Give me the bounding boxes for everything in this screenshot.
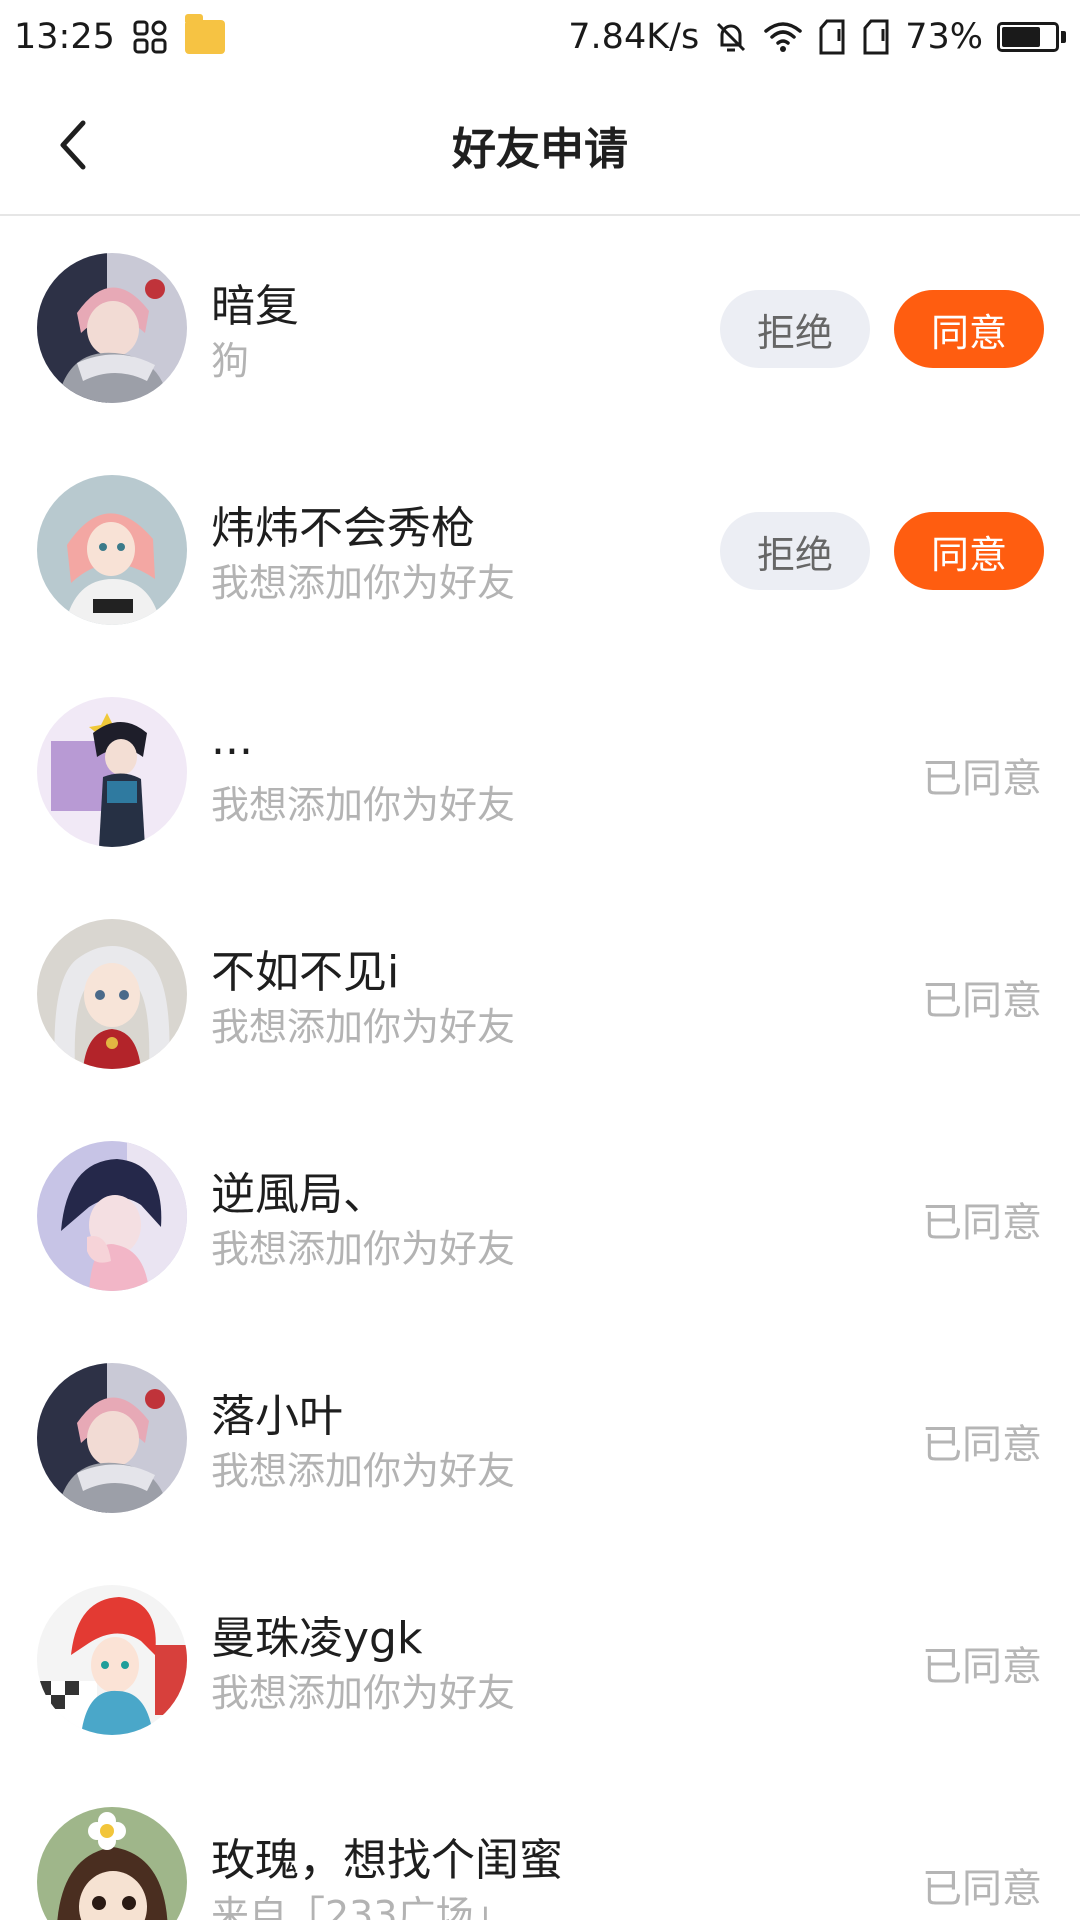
accepted-status: 已同意 <box>922 978 1042 1024</box>
accepted-status: 已同意 <box>922 1866 1042 1912</box>
requester-name: 不如不见i <box>211 947 400 998</box>
requester-name: 逆風局、 <box>211 1169 387 1220</box>
chevron-left-icon <box>60 120 86 170</box>
accepted-status: 已同意 <box>922 1200 1042 1246</box>
sim-card-icon <box>861 19 891 55</box>
page-title: 好友申请 <box>452 124 628 175</box>
requester-name: ... <box>211 714 253 765</box>
avatar[interactable] <box>37 1807 187 1920</box>
friend-requests-screen: 13:25 7.84K/s 73% 好友申请 暗复 狗 拒绝 同意 炜炜不会秀枪… <box>0 0 1080 1920</box>
friend-request-row[interactable]: 暗复狗 拒绝 同意 <box>0 218 1080 440</box>
bell-off-icon <box>713 19 749 55</box>
avatar[interactable] <box>37 697 187 847</box>
reject-button[interactable]: 拒绝 <box>720 290 870 368</box>
apps-grid-icon <box>133 20 167 54</box>
accept-button[interactable]: 同意 <box>894 512 1044 590</box>
battery-icon <box>997 22 1066 52</box>
accepted-status: 已同意 <box>922 756 1042 802</box>
request-message: 来自「233广场」 <box>211 1893 512 1920</box>
folder-icon <box>184 14 225 54</box>
request-message: 我想添加你为好友 <box>211 1671 516 1715</box>
friend-request-list: 暗复狗拒绝 同意 炜炜不会秀枪 我想添加你为好友 拒绝 同意... 我想添加你为好友 已同意不… <box>0 218 1080 1920</box>
requester-name: 落小叶 <box>211 1391 343 1442</box>
request-message: 我想添加你为好友 <box>211 1449 516 1493</box>
accepted-status: 已同意 <box>922 1422 1042 1468</box>
friend-request-row[interactable]: 玫瑰，想找个闺蜜来自「233广场」 已同意 <box>0 1772 1080 1920</box>
friend-request-row[interactable]: 曼珠凌ygk 我想添加你为好友 已同意 <box>0 1550 1080 1772</box>
network-speed: 7.84K/s <box>568 17 700 57</box>
avatar[interactable] <box>37 253 187 403</box>
status-bar: 13:25 7.84K/s 73% <box>0 0 1080 74</box>
avatar[interactable] <box>37 919 187 1069</box>
request-message: 我想添加你为好友 <box>211 561 516 605</box>
request-message: 我想添加你为好友 <box>211 1227 516 1271</box>
reject-button[interactable]: 拒绝 <box>720 512 870 590</box>
friend-request-row[interactable]: ... 我想添加你为好友 已同意 <box>0 662 1080 884</box>
battery-percent: 73% <box>905 17 983 57</box>
request-message: 我想添加你为好友 <box>211 783 516 827</box>
friend-request-row[interactable]: 逆風局、我想添加你为好友 已同意 <box>0 1106 1080 1328</box>
accept-button[interactable]: 同意 <box>894 290 1044 368</box>
avatar[interactable] <box>37 1585 187 1735</box>
friend-request-row[interactable]: 不如不见i 我想添加你为好友 已同意 <box>0 884 1080 1106</box>
status-time: 13:25 <box>14 17 115 57</box>
wifi-icon <box>763 20 803 54</box>
back-button[interactable] <box>38 110 108 180</box>
friend-request-row[interactable]: 落小叶我想添加你为好友 已同意 <box>0 1328 1080 1550</box>
avatar[interactable] <box>37 1141 187 1291</box>
requester-name: 暗复 <box>211 281 299 332</box>
nav-bar: 好友申请 <box>0 74 1080 216</box>
sim-card-icon <box>817 19 847 55</box>
requester-name: 炜炜不会秀枪 <box>211 503 475 554</box>
avatar[interactable] <box>37 475 187 625</box>
requester-name: 玫瑰，想找个闺蜜 <box>211 1835 563 1886</box>
avatar[interactable] <box>37 1363 187 1513</box>
requester-name: 曼珠凌ygk <box>211 1613 423 1664</box>
friend-request-row[interactable]: 炜炜不会秀枪我想添加你为好友 拒绝 同意 <box>0 440 1080 662</box>
accepted-status: 已同意 <box>922 1644 1042 1690</box>
request-message: 狗 <box>211 339 250 383</box>
request-message: 我想添加你为好友 <box>211 1005 516 1049</box>
